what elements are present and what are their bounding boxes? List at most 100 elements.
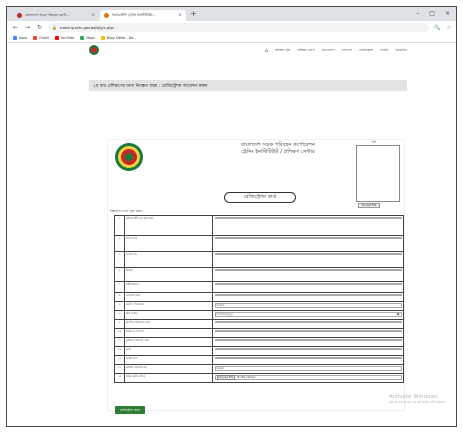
forward-arrow-icon[interactable]: → xyxy=(24,24,31,31)
screenshot-frame: বাংলাদেশ সড়ক পরিবহন কর্পো... × বিআরটিসি… xyxy=(6,6,457,427)
tab-title: বাংলাদেশ সড়ক পরিবহন কর্পো... xyxy=(25,12,70,17)
organization-heading: বাংলাদেশ সড়ক পরিবহন কর্পোরেশন ট্রেনিং ই… xyxy=(203,142,353,155)
government-emblem-icon xyxy=(115,143,143,171)
bookmark-gmail[interactable]: Gmail xyxy=(33,36,49,40)
photo-placeholder xyxy=(356,145,400,202)
course-select[interactable]: Select xyxy=(214,365,402,371)
close-tab-icon[interactable]: × xyxy=(91,13,95,18)
row-number: ১১ xyxy=(114,337,125,347)
bookmark-youtube[interactable]: YouTube xyxy=(54,36,75,40)
blood-group-input[interactable] xyxy=(214,356,402,359)
mother-name-input[interactable] xyxy=(214,252,402,255)
home-icon[interactable]: ⌂ xyxy=(265,48,268,54)
field-cell xyxy=(212,355,404,365)
row-number: ৮ xyxy=(114,310,125,320)
birth-date-input[interactable]: mm/dd/yyyy ▦ xyxy=(214,311,402,317)
windows-activation-watermark: Activate Windows Go to Settings to activ… xyxy=(389,394,446,404)
photo-choose-file-button[interactable]: Choose File xyxy=(358,203,380,208)
name-input[interactable] xyxy=(214,216,402,219)
nav-item[interactable]: প্রশিক্ষণ সূচি xyxy=(275,48,290,54)
district-select[interactable]: Select xyxy=(214,302,402,308)
nav-item[interactable]: রেজিস্ট্রেশন xyxy=(359,48,373,54)
table-row: ১১ ড্রাইভিং লাইসেন্স নম্বর xyxy=(114,337,404,347)
close-window-icon[interactable]: × xyxy=(445,10,450,17)
youtube-icon xyxy=(54,36,59,40)
bookmark-label: Maps xyxy=(86,36,95,40)
education-input[interactable] xyxy=(214,329,402,332)
table-row: ২ পিতার নাম xyxy=(114,235,404,252)
page-icon xyxy=(100,36,105,40)
browser-tab[interactable]: বাংলাদেশ সড়ক পরিবহন কর্পো... × xyxy=(13,10,99,21)
gmail-icon xyxy=(33,36,38,40)
field-label: পেশা xyxy=(124,346,213,356)
maximize-icon[interactable]: □ xyxy=(429,10,435,17)
nav-item[interactable]: অ্যাডমিন xyxy=(395,48,407,54)
table-row: ১৩ রক্তের গ্রুপ xyxy=(114,355,404,365)
back-arrow-icon[interactable]: ← xyxy=(12,24,19,31)
field-cell xyxy=(212,281,404,293)
father-name-input[interactable] xyxy=(214,236,402,239)
field-label: প্রশিক্ষণার্থীর নাম (বাংলায়) xyxy=(124,215,213,236)
browser-toolbar: ← → ↻ 🔒 training-brtc.gov.bd/b/g/c.php 🔍… xyxy=(7,21,456,34)
table-row: ৭ জেলা / উপজেলা Select xyxy=(114,301,404,311)
table-row: ৬ মোবাইল নম্বর xyxy=(114,292,404,302)
bookmark-label: YouTube xyxy=(60,36,75,40)
date-placeholder: mm/dd/yyyy xyxy=(216,312,233,316)
table-row: ৯ জাতীয় পরিচয়পত্র নম্বর xyxy=(114,319,404,329)
row-number: ১ xyxy=(114,215,125,236)
browser-tab-active[interactable]: বিআরটিসি ট্রেনিং ইনস্টিটিউট... × xyxy=(100,10,186,21)
zoom-icon[interactable]: 🔍 xyxy=(434,25,440,31)
row-number: ৬ xyxy=(114,292,125,302)
mobile-input[interactable] xyxy=(214,293,402,296)
tab-favicon-icon xyxy=(104,13,109,18)
nav-item[interactable]: ফলাফল xyxy=(342,48,352,54)
nav-item[interactable]: প্রশিক্ষণ কোর্স xyxy=(297,48,314,54)
nid-input[interactable] xyxy=(214,320,402,323)
table-row: ১২ পেশা xyxy=(114,346,404,356)
bookmark-bijoy-editor[interactable]: Bijoy Editor - Ba... xyxy=(100,36,136,40)
row-number: ১৩ xyxy=(114,355,125,365)
signature-choose-file-button[interactable]: Choose File xyxy=(216,374,236,380)
field-cell xyxy=(212,215,404,236)
permanent-address-input[interactable] xyxy=(214,282,402,285)
field-label: শিক্ষাগত যোগ্যতা xyxy=(124,328,213,338)
license-input[interactable] xyxy=(214,338,402,341)
row-number: ৫ xyxy=(114,281,125,293)
table-row: ৪ ঠিকানা xyxy=(114,267,404,282)
bookmark-label: Gmail xyxy=(39,36,49,40)
occupation-input[interactable] xyxy=(214,347,402,350)
bookmark-maps[interactable]: Maps xyxy=(80,36,95,40)
minimize-icon[interactable]: – xyxy=(416,10,419,17)
maps-icon xyxy=(80,36,85,40)
address-bar[interactable]: 🔒 training-brtc.gov.bd/b/g/c.php xyxy=(48,23,430,32)
bookmark-label: Apps xyxy=(19,36,28,40)
field-cell xyxy=(212,267,404,282)
bookmark-apps[interactable]: Apps xyxy=(13,36,27,40)
bookmarks-bar: Apps Gmail YouTube Maps Bijoy Editor - B… xyxy=(7,34,456,43)
registration-card-title: রেজিস্ট্রেশন কার্ড xyxy=(224,192,296,203)
field-cell xyxy=(212,346,404,356)
nav-item[interactable]: লগইন xyxy=(380,48,388,54)
new-tab-button[interactable]: + xyxy=(190,10,197,18)
submit-button[interactable]: রেজিস্ট্রেশন করুন xyxy=(115,406,145,414)
field-label: পিতার নাম xyxy=(124,235,213,252)
file-status: No file chosen xyxy=(237,375,256,379)
nav-item[interactable]: যোগাযোগ xyxy=(322,48,335,54)
field-cell: mm/dd/yyyy ▦ xyxy=(212,310,404,320)
site-nav: ⌂ প্রশিক্ষণ সূচি প্রশিক্ষণ কোর্স যোগাযোগ… xyxy=(89,46,407,56)
apps-icon xyxy=(13,36,17,40)
close-tab-icon[interactable]: × xyxy=(178,13,182,18)
table-row: ১০ শিক্ষাগত যোগ্যতা xyxy=(114,328,404,338)
reload-icon[interactable]: ↻ xyxy=(36,24,43,31)
field-label: মোবাইল নম্বর xyxy=(124,292,213,302)
field-label: ঠিকানা xyxy=(124,267,213,282)
calendar-icon[interactable]: ▦ xyxy=(397,312,400,316)
table-row: ১৪ প্রশিক্ষণ কোর্সের নাম Select xyxy=(114,364,404,374)
signature-file-input[interactable]: Choose File No file chosen xyxy=(214,374,402,380)
address-input[interactable] xyxy=(214,268,402,271)
field-cell: Select xyxy=(212,301,404,311)
window-controls: – □ × xyxy=(416,10,450,17)
table-row: ৫ স্থায়ী ঠিকানা xyxy=(114,281,404,293)
table-row: ১৫ স্বাক্ষর (স্ক্যান কপি) Choose File No fi… xyxy=(114,373,404,383)
bookmark-star-icon[interactable]: ☆ xyxy=(447,25,451,31)
